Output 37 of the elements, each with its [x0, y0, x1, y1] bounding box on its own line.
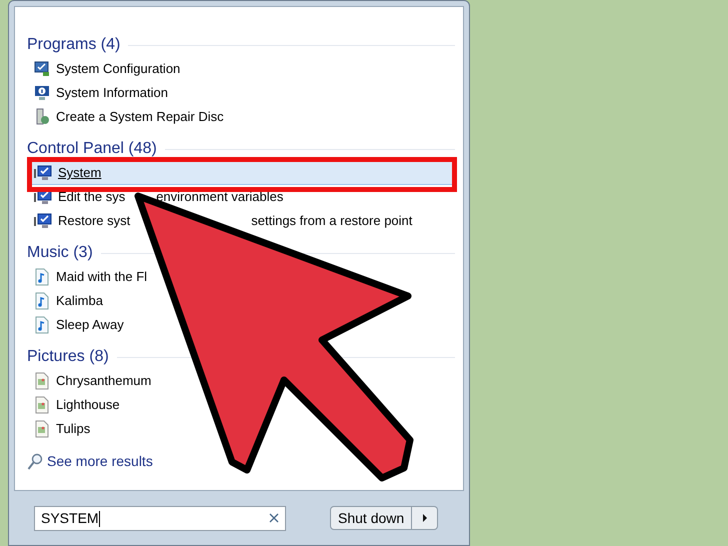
result-item[interactable]: Restore syst	[31, 209, 134, 233]
search-icon	[27, 452, 43, 470]
result-item[interactable]: System	[31, 161, 455, 185]
result-item[interactable]: System Configuration	[31, 57, 184, 81]
disc-drive-icon	[34, 108, 50, 126]
image-file-icon	[34, 420, 50, 438]
result-item[interactable]: Lighthouse	[31, 393, 123, 417]
item-label: environment variables	[156, 188, 284, 206]
search-field[interactable]: SYSTEM	[34, 506, 286, 530]
see-more-link[interactable]: See more results	[47, 451, 153, 472]
monitor-check-icon	[34, 213, 52, 229]
image-file-icon	[34, 372, 50, 390]
image-file-icon	[34, 396, 50, 414]
result-item[interactable]: Create a System Repair Disc	[31, 105, 227, 129]
group-heading: Pictures (8)	[27, 347, 109, 367]
monitor-check-icon	[34, 61, 50, 77]
shutdown-button[interactable]: Shut down	[330, 506, 412, 530]
music-file-icon	[34, 292, 50, 310]
group-heading: Programs (4)	[27, 35, 120, 55]
result-item[interactable]: Maid with the Fl	[31, 265, 150, 289]
music-file-icon	[34, 268, 50, 286]
shutdown-options-button[interactable]	[412, 506, 438, 530]
group-heading: Control Panel (48)	[27, 139, 157, 159]
group-heading: Music (3)	[27, 243, 93, 263]
music-file-icon	[34, 316, 50, 334]
clear-icon[interactable]	[269, 513, 279, 523]
item-label: settings from a restore point	[251, 212, 412, 230]
caret-icon	[422, 514, 428, 522]
monitor-check-icon	[34, 189, 52, 205]
result-item[interactable]: Edit the sys	[31, 185, 128, 209]
result-item[interactable]: System Information	[31, 81, 171, 105]
result-item[interactable]: Chrysanthemum	[31, 369, 154, 393]
result-item[interactable]: Sleep Away	[31, 313, 127, 337]
result-item[interactable]: Kalimba	[31, 289, 106, 313]
result-item[interactable]: Tulips	[31, 417, 94, 441]
monitor-info-icon	[34, 85, 50, 101]
monitor-check-icon	[34, 165, 52, 181]
